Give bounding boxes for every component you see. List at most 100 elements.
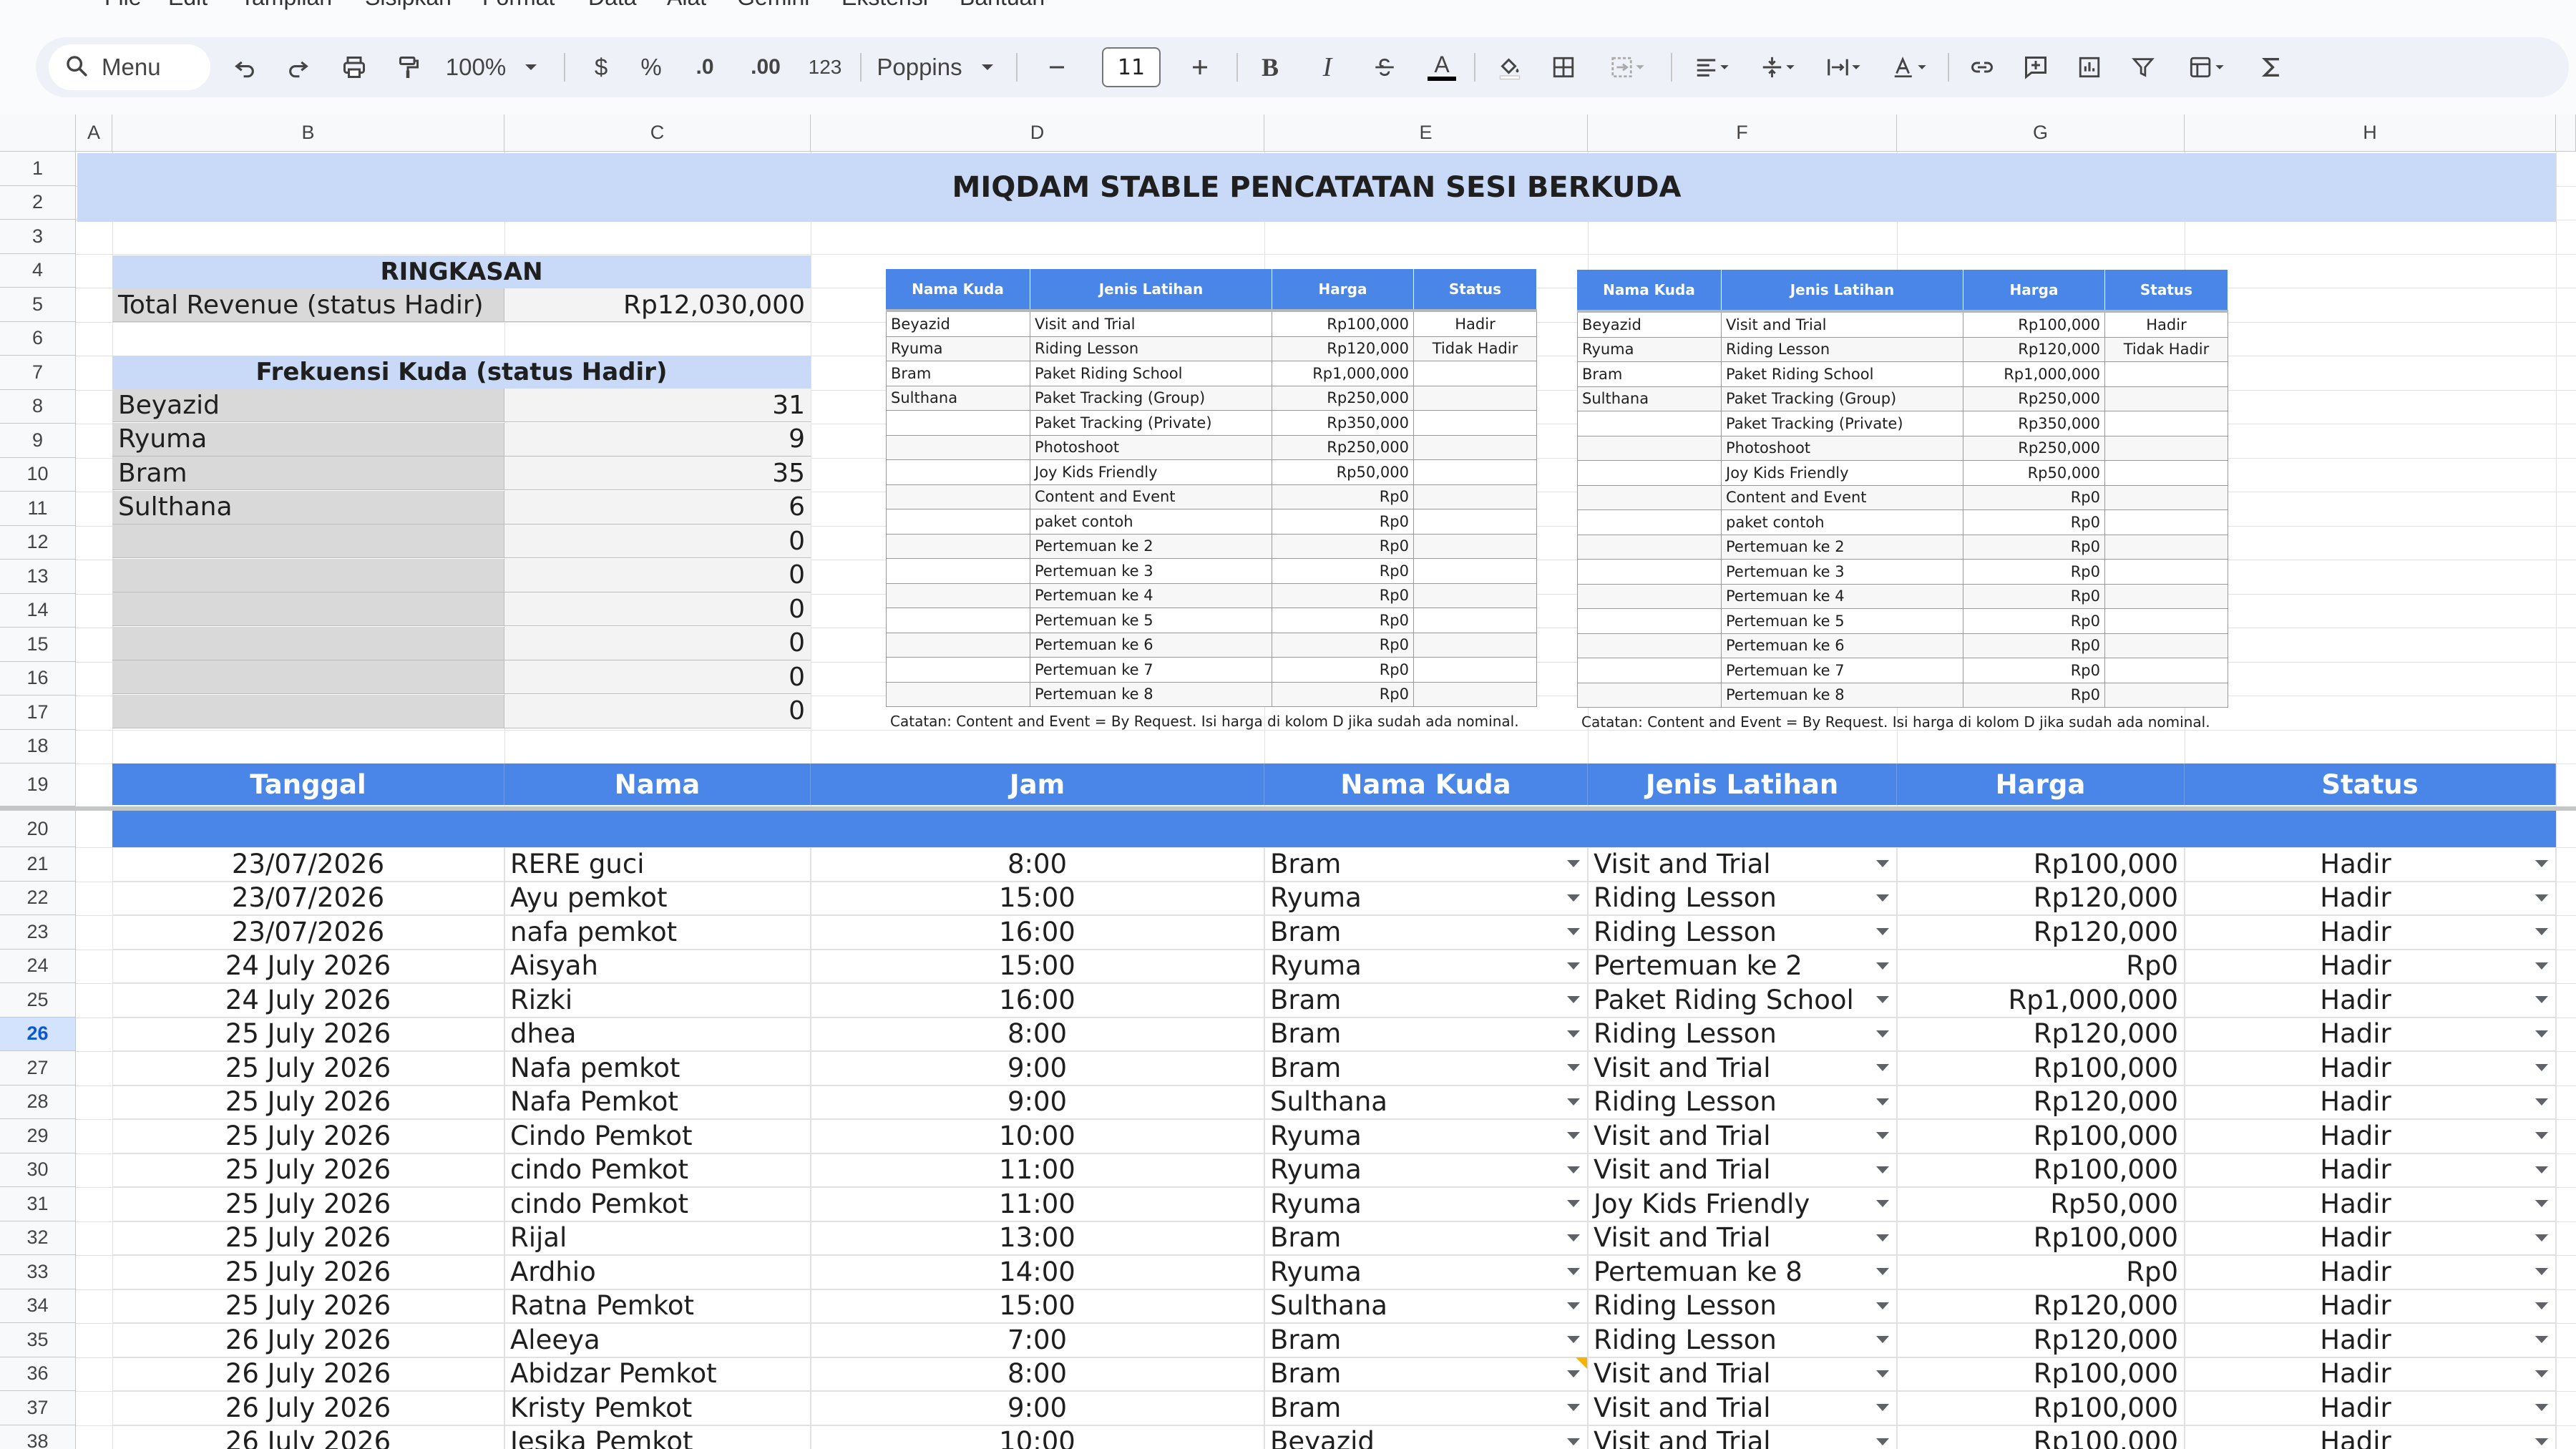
cell-kuda[interactable]: Bram [1264, 983, 1588, 1018]
dropdown-arrow-icon[interactable] [1876, 1064, 1889, 1071]
cell-jam[interactable]: 9:00 [811, 1051, 1264, 1085]
cell-status[interactable]: Hadir [2185, 1017, 2556, 1051]
dropdown-arrow-icon[interactable] [1567, 1370, 1580, 1377]
dropdown-arrow-icon[interactable] [1876, 1370, 1889, 1377]
dropdown-arrow-icon[interactable] [1567, 1302, 1580, 1309]
cell-latihan[interactable]: Visit and Trial [1588, 1425, 1897, 1449]
row-header-23[interactable]: 23 [0, 915, 76, 950]
cell-kuda[interactable]: Ryuma [1264, 949, 1588, 983]
cell-tanggal[interactable]: 25 July 2026 [112, 1085, 504, 1119]
dropdown-arrow-icon[interactable] [1567, 894, 1580, 902]
cell-jam[interactable]: 9:00 [811, 1085, 1264, 1119]
dropdown-arrow-icon[interactable] [1567, 1132, 1580, 1139]
dropdown-arrow-icon[interactable] [1567, 1336, 1580, 1343]
cell-status[interactable]: Hadir [2185, 915, 2556, 950]
cell-jam[interactable]: 13:00 [811, 1221, 1264, 1255]
menu-item-tampilan[interactable]: Tampilan [240, 0, 332, 11]
dropdown-arrow-icon[interactable] [1567, 996, 1580, 1003]
cell-tanggal[interactable]: 25 July 2026 [112, 1017, 504, 1051]
dropdown-arrow-icon[interactable] [1876, 1166, 1889, 1174]
row-header-25[interactable]: 25 [0, 983, 76, 1018]
dropdown-arrow-icon[interactable] [1567, 1404, 1580, 1411]
cell-nama[interactable]: Kristy Pemkot [504, 1391, 811, 1425]
cell-kuda[interactable]: Bram [1264, 847, 1588, 882]
cell-tanggal[interactable]: 26 July 2026 [112, 1391, 504, 1425]
menu-item-data[interactable]: Data [588, 0, 637, 11]
font-size-increase-button[interactable] [1175, 37, 1225, 97]
cell-latihan[interactable]: Visit and Trial [1588, 1357, 1897, 1391]
cell-harga[interactable]: Rp120,000 [1897, 1289, 2185, 1323]
menu-item-alat[interactable]: Alat [667, 0, 706, 11]
cell-nama[interactable]: Ardhio [504, 1255, 811, 1289]
dropdown-arrow-icon[interactable] [2535, 1132, 2548, 1139]
row-header-7[interactable]: 7 [0, 356, 76, 390]
row-header-9[interactable]: 9 [0, 424, 76, 458]
cell-jam[interactable]: 9:00 [811, 1391, 1264, 1425]
row-header-4[interactable]: 4 [0, 253, 76, 288]
cell-nama[interactable]: dhea [504, 1017, 811, 1051]
cell-latihan[interactable]: Riding Lesson [1588, 1289, 1897, 1323]
dropdown-arrow-icon[interactable] [1876, 962, 1889, 970]
cell-latihan[interactable]: Visit and Trial [1588, 1153, 1897, 1187]
cell-harga[interactable]: Rp120,000 [1897, 881, 2185, 915]
cell-harga[interactable]: Rp100,000 [1897, 1391, 2185, 1425]
chevron-down-icon[interactable] [517, 37, 545, 97]
column-header-g[interactable]: G [1897, 114, 2185, 152]
dropdown-arrow-icon[interactable] [2535, 962, 2548, 970]
cell-harga[interactable]: Rp0 [1897, 949, 2185, 983]
cell-status[interactable]: Hadir [2185, 1187, 2556, 1221]
row-header-37[interactable]: 37 [0, 1391, 76, 1425]
insert-chart-icon[interactable] [2064, 37, 2114, 97]
row-header-17[interactable]: 17 [0, 696, 76, 730]
cell-status[interactable]: Hadir [2185, 1425, 2556, 1449]
filter-icon[interactable] [2118, 37, 2168, 97]
cell-harga[interactable]: Rp100,000 [1897, 1221, 2185, 1255]
dropdown-arrow-icon[interactable] [1876, 894, 1889, 902]
dropdown-arrow-icon[interactable] [1876, 1098, 1889, 1106]
cell-tanggal[interactable]: 25 July 2026 [112, 1289, 504, 1323]
cell-kuda[interactable]: Bram [1264, 1357, 1588, 1391]
paint-format-icon[interactable] [386, 37, 429, 97]
cell-kuda[interactable]: Ryuma [1264, 1153, 1588, 1187]
cell-kuda[interactable]: Bram [1264, 1051, 1588, 1085]
cell-latihan[interactable]: Visit and Trial [1588, 1119, 1897, 1153]
dropdown-arrow-icon[interactable] [1567, 1234, 1580, 1241]
row-header-18[interactable]: 18 [0, 729, 76, 763]
cell-nama[interactable]: Jesika Pemkot [504, 1425, 811, 1449]
number-format-button[interactable]: 123 [800, 37, 850, 97]
cell-status[interactable]: Hadir [2185, 1051, 2556, 1085]
row-header-27[interactable]: 27 [0, 1051, 76, 1085]
dropdown-arrow-icon[interactable] [2535, 1098, 2548, 1106]
cell-latihan[interactable]: Visit and Trial [1588, 1391, 1897, 1425]
percent-format-button[interactable]: % [630, 37, 673, 97]
row-header-26[interactable]: 26 [0, 1017, 76, 1051]
select-all-corner[interactable] [0, 114, 76, 152]
cell-latihan[interactable]: Visit and Trial [1588, 847, 1897, 882]
vertical-align-icon[interactable] [1746, 37, 1810, 97]
cell-tanggal[interactable]: 26 July 2026 [112, 1323, 504, 1357]
cell-kuda[interactable]: Ryuma [1264, 881, 1588, 915]
dropdown-arrow-icon[interactable] [1567, 1200, 1580, 1207]
cell-tanggal[interactable]: 25 July 2026 [112, 1187, 504, 1221]
column-header-e[interactable]: E [1264, 114, 1588, 152]
dropdown-arrow-icon[interactable] [1876, 1438, 1889, 1445]
column-header-c[interactable]: C [504, 114, 811, 152]
menu-item-format[interactable]: Format [482, 0, 555, 11]
row-header-29[interactable]: 29 [0, 1119, 76, 1153]
insert-comment-icon[interactable] [2011, 37, 2061, 97]
cell-tanggal[interactable]: 26 July 2026 [112, 1425, 504, 1449]
font-size-decrease-button[interactable] [1032, 37, 1082, 97]
currency-format-button[interactable]: $ [580, 37, 623, 97]
cell-status[interactable]: Hadir [2185, 983, 2556, 1018]
cell-jam[interactable]: 11:00 [811, 1153, 1264, 1187]
italic-button[interactable]: I [1302, 37, 1352, 97]
row-header-14[interactable]: 14 [0, 593, 76, 628]
dropdown-arrow-icon[interactable] [1567, 962, 1580, 970]
dropdown-arrow-icon[interactable] [1876, 996, 1889, 1003]
merge-cells-icon[interactable] [1592, 37, 1664, 97]
cell-status[interactable]: Hadir [2185, 949, 2556, 983]
cell-tanggal[interactable]: 25 July 2026 [112, 1255, 504, 1289]
row-header-1[interactable]: 1 [0, 152, 76, 186]
cell-jam[interactable]: 8:00 [811, 1017, 1264, 1051]
row-header-13[interactable]: 13 [0, 560, 76, 594]
